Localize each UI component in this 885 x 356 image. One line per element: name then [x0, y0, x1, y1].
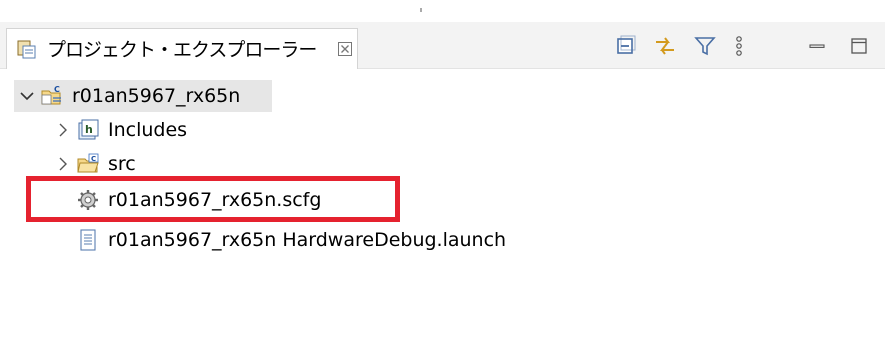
collapse-all-icon	[617, 35, 636, 54]
maximize-icon	[851, 38, 867, 54]
annotation-highlight-box	[26, 176, 400, 222]
collapse-all-button[interactable]	[612, 33, 638, 59]
svg-text:C: C	[91, 155, 96, 163]
svg-text:h: h	[85, 123, 93, 136]
close-icon[interactable]	[337, 41, 353, 57]
tree-item-project[interactable]: C r01an5967_rx65n	[18, 80, 240, 112]
src-label: src	[108, 153, 136, 175]
project-label: r01an5967_rx65n	[72, 85, 241, 107]
c-project-icon: C	[41, 85, 61, 105]
includes-label: Includes	[108, 119, 188, 141]
includes-folder-icon: h	[78, 119, 99, 140]
source-folder-icon: C	[77, 153, 99, 173]
chevron-right-icon[interactable]	[54, 155, 72, 173]
tab-project-explorer[interactable]: プロジェクト・エクスプローラー	[6, 28, 358, 69]
maximize-button[interactable]	[846, 33, 872, 59]
window-top-strip	[0, 0, 885, 22]
view-tab-bar: プロジェクト・エクスプローラー	[0, 22, 885, 69]
divider-mark	[420, 8, 422, 12]
tree-item-includes[interactable]: h Includes	[54, 114, 187, 146]
project-explorer-icon	[17, 40, 37, 60]
view-menu-icon	[736, 36, 742, 56]
link-with-editor-button[interactable]	[652, 33, 678, 59]
view-menu-button[interactable]	[726, 33, 752, 59]
tree-item-launch[interactable]: r01an5967_rx65n HardwareDebug.launch	[76, 224, 506, 256]
link-with-editor-icon	[656, 37, 674, 55]
filter-icon	[694, 37, 716, 56]
minimize-icon	[809, 44, 825, 48]
filter-button[interactable]	[692, 33, 718, 59]
launch-label: r01an5967_rx65n HardwareDebug.launch	[108, 229, 507, 251]
text-file-icon	[80, 229, 96, 251]
tab-title: プロジェクト・エクスプローラー	[47, 39, 317, 61]
minimize-button[interactable]	[804, 33, 830, 59]
svg-text:C: C	[54, 85, 60, 94]
chevron-down-icon[interactable]	[18, 87, 36, 105]
chevron-right-icon[interactable]	[54, 121, 72, 139]
